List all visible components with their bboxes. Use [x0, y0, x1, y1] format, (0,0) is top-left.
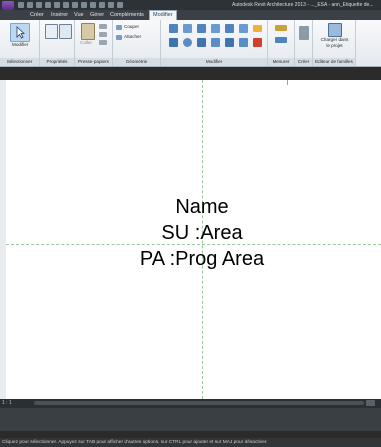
rotate-icon[interactable]	[183, 38, 192, 47]
panel-measure: Mesurer	[268, 20, 295, 66]
copy-element-icon[interactable]	[211, 38, 220, 47]
panel-properties-label[interactable]: Propriétés	[40, 58, 74, 66]
split-gap-icon[interactable]	[239, 24, 248, 33]
drawing-area[interactable]: Name SU :Area PA :Prog Area	[6, 80, 381, 399]
tab-gerer[interactable]: Gérer	[90, 11, 104, 20]
print-icon[interactable]	[54, 2, 60, 8]
quick-access-toolbar	[18, 2, 123, 9]
window-title: Autodesk Revit Architecture 2013 - ..._E…	[232, 2, 374, 8]
paste-label[interactable]: Coller	[80, 40, 92, 46]
title-bar: Autodesk Revit Architecture 2013 - ..._E…	[0, 0, 381, 10]
move-icon[interactable]	[169, 38, 178, 47]
join-geometry-label[interactable]: Attacher	[124, 34, 141, 40]
reference-plane-end-icon	[287, 80, 288, 85]
redo-icon[interactable]	[45, 2, 51, 8]
cut-geometry-icon[interactable]	[116, 25, 122, 30]
dimension-icon[interactable]	[72, 2, 78, 8]
horizontal-scrollbar[interactable]	[34, 401, 364, 405]
section-icon[interactable]	[99, 2, 105, 8]
panel-clipboard-label[interactable]: Presse-papiers	[75, 58, 112, 66]
cut-icon[interactable]	[99, 24, 107, 29]
scale-icon[interactable]	[239, 38, 248, 47]
undo-icon[interactable]	[36, 2, 42, 8]
family-types-icon[interactable]	[59, 24, 72, 39]
panel-family-editor: Charger dans le projet Editeur de famill…	[313, 20, 356, 66]
paste-icon[interactable]	[81, 23, 95, 40]
panel-clipboard: Coller Presse-papiers	[75, 20, 113, 66]
tab-creer[interactable]: Créer	[30, 11, 44, 20]
panel-geometry-label[interactable]: Géométrie	[113, 58, 160, 66]
measure-icon[interactable]	[63, 2, 69, 8]
offset-icon[interactable]	[183, 24, 192, 33]
type-properties-icon[interactable]	[45, 24, 58, 39]
panel-geometry: Couper Attacher Géométrie	[113, 20, 161, 66]
load-into-project-label[interactable]: Charger dans le projet	[316, 37, 353, 48]
application-menu-icon[interactable]	[2, 1, 14, 10]
measure-between-icon[interactable]	[275, 25, 287, 31]
tab-complements[interactable]: Compléments	[110, 11, 144, 20]
panel-modify: Modifier	[161, 20, 268, 66]
ribbon: Modifier Sélectionner Propriétés Coller …	[0, 20, 381, 67]
aligned-dimension-icon[interactable]	[275, 37, 287, 43]
copy-icon[interactable]	[99, 32, 107, 37]
panel-create-label[interactable]: Créer	[295, 58, 312, 66]
split-icon[interactable]	[225, 24, 234, 33]
pin-icon[interactable]	[253, 25, 262, 32]
view-scale[interactable]: 1 : 1	[2, 400, 12, 407]
tag-label-name[interactable]: Name	[72, 196, 332, 219]
status-bar: Cliquez pour sélectionner. Appuyez sur T…	[0, 438, 381, 447]
align-icon[interactable]	[169, 24, 178, 33]
panel-select-label[interactable]: Sélectionner	[0, 58, 39, 66]
view-cube-toggle-icon[interactable]	[366, 400, 375, 406]
panel-properties: Propriétés	[40, 20, 75, 66]
3d-view-icon[interactable]	[90, 2, 96, 8]
panel-modify-label[interactable]: Modifier	[161, 58, 267, 66]
modify-button-label[interactable]: Modifier	[12, 42, 28, 48]
switch-windows-icon[interactable]	[117, 2, 123, 8]
save-icon[interactable]	[27, 2, 33, 8]
text-icon[interactable]	[81, 2, 87, 8]
delete-icon[interactable]	[253, 38, 262, 47]
revit-window: Autodesk Revit Architecture 2013 - ..._E…	[0, 0, 381, 447]
join-geometry-icon[interactable]	[116, 35, 122, 40]
tag-label-pa-prog-area[interactable]: PA :Prog Area	[72, 248, 332, 271]
tab-vue[interactable]: Vue	[74, 11, 84, 20]
ribbon-tab-bar: Créer Insérer Vue Gérer Compléments Modi…	[0, 10, 381, 20]
load-into-project-icon[interactable]	[328, 23, 342, 37]
status-bar-text: Cliquez pour sélectionner. Appuyez sur T…	[2, 440, 268, 445]
mirror-draw-icon[interactable]	[211, 24, 220, 33]
close-hidden-icon[interactable]	[108, 2, 114, 8]
trim-icon[interactable]	[197, 38, 206, 47]
tab-inserer[interactable]: Insérer	[51, 11, 68, 20]
tab-modifier[interactable]: Modifier	[149, 10, 177, 20]
mirror-axis-icon[interactable]	[197, 24, 206, 33]
panel-family-editor-label[interactable]: Editeur de familles	[313, 58, 355, 66]
match-properties-icon[interactable]	[99, 40, 107, 45]
open-icon[interactable]	[18, 2, 24, 8]
panel-create: Créer	[295, 20, 313, 66]
panel-measure-label[interactable]: Mesurer	[268, 58, 294, 66]
create-similar-icon[interactable]	[299, 26, 309, 40]
array-icon[interactable]	[225, 38, 234, 47]
cut-geometry-label[interactable]: Couper	[124, 24, 139, 30]
modify-cursor-icon[interactable]	[10, 23, 30, 42]
tag-label-su-area[interactable]: SU :Area	[72, 222, 332, 245]
canvas-background-bottom	[0, 408, 381, 431]
panel-select: Modifier Sélectionner	[0, 20, 40, 66]
